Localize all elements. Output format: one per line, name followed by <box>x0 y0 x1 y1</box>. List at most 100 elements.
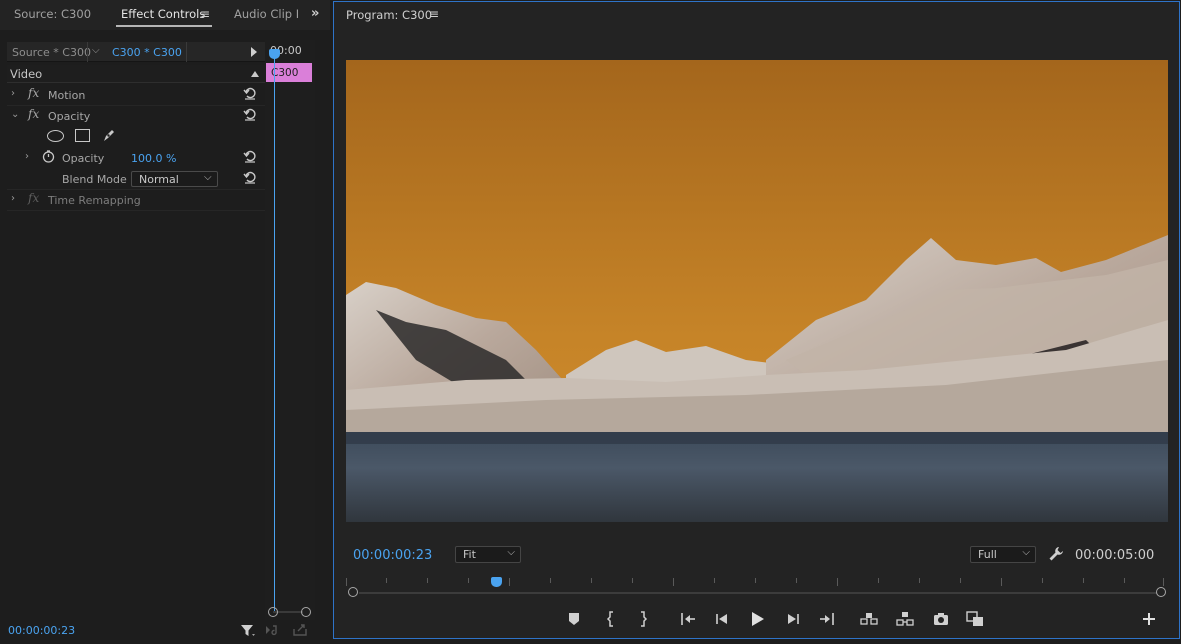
duration-timecode: 00:00:05:00 <box>1075 548 1155 563</box>
go-to-out-icon <box>820 613 834 625</box>
tab-effect-controls[interactable]: Effect Controls <box>121 7 205 21</box>
playhead-handle[interactable] <box>491 577 502 587</box>
blend-mode-dropdown[interactable]: Normal ⌵ <box>131 171 218 187</box>
zoom-handle-left[interactable] <box>268 607 278 617</box>
step-forward-icon <box>788 614 799 624</box>
divider <box>87 42 88 62</box>
go-to-out-button[interactable] <box>818 610 836 628</box>
fx-icon: fx <box>28 191 40 205</box>
tab-audio-clip[interactable]: Audio Clip I <box>234 7 299 21</box>
source-clip-row: Source * C300 ⌵ C300 * C300 <box>7 42 265 62</box>
rectangle-mask-icon[interactable] <box>75 129 90 142</box>
marker-icon <box>569 613 579 625</box>
effect-name: Motion <box>48 89 86 102</box>
video-section-header[interactable]: Video <box>7 65 265 83</box>
mask-tools <box>7 127 265 149</box>
chevron-down-icon: ⌵ <box>204 172 212 183</box>
mark-in-button[interactable] <box>602 610 620 628</box>
zoom-level-dropdown[interactable]: Fit ⌵ <box>455 546 521 563</box>
fx-icon[interactable]: fx <box>28 86 39 100</box>
fx-icon[interactable]: fx <box>28 107 39 121</box>
chevron-down-icon[interactable]: ⌵ <box>92 45 100 56</box>
comparison-view-icon <box>966 611 983 626</box>
plus-icon <box>1143 613 1155 625</box>
blend-mode-row: Blend Mode Normal ⌵ <box>7 169 265 190</box>
effect-name: Opacity <box>48 110 91 123</box>
clip-selector[interactable]: C300 * C300 <box>112 46 182 59</box>
effect-controls-panel: Source: C300 Effect Controls ≡ Audio Cli… <box>0 0 330 644</box>
blend-mode-value: Normal <box>139 173 179 186</box>
playhead-line[interactable] <box>274 55 275 612</box>
play-icon <box>752 612 764 626</box>
step-forward-button[interactable] <box>784 610 802 628</box>
button-editor-button[interactable] <box>1140 610 1158 628</box>
property-name: Opacity <box>62 152 105 165</box>
effect-opacity[interactable]: ⌄ fx Opacity <box>7 106 265 127</box>
go-to-in-button[interactable] <box>679 610 697 628</box>
panel-title[interactable]: Program: C300 <box>346 8 432 22</box>
effect-controls-menu-icon[interactable]: ≡ <box>200 7 210 21</box>
active-tab-underline <box>116 25 212 27</box>
playback-resolution-dropdown[interactable]: Full ⌵ <box>970 546 1036 563</box>
video-frame[interactable] <box>346 60 1168 522</box>
reset-icon[interactable] <box>243 107 257 121</box>
effect-name: Time Remapping <box>48 194 141 207</box>
effect-time-remapping[interactable]: › fx Time Remapping <box>7 190 265 211</box>
mark-out-button[interactable] <box>634 610 652 628</box>
tab-source[interactable]: Source: C300 <box>14 7 91 21</box>
playhead-handle[interactable] <box>269 49 280 59</box>
chevron-down-icon: ⌵ <box>1022 547 1030 558</box>
current-time[interactable]: 00:00:00:23 <box>8 624 75 637</box>
zoom-handle-left[interactable] <box>348 587 358 597</box>
clip-label: C300 <box>271 67 299 79</box>
left-panel-tabbar: Source: C300 Effect Controls ≡ Audio Cli… <box>0 0 330 30</box>
collapse-up-icon[interactable] <box>251 71 259 77</box>
effect-controls-timeline[interactable]: 00:00 C300 <box>265 40 315 620</box>
extract-button[interactable] <box>896 610 914 628</box>
clip-bar[interactable]: C300 <box>266 63 312 82</box>
add-marker-button[interactable] <box>565 610 583 628</box>
divider <box>186 42 187 62</box>
export-frame-button[interactable] <box>932 610 950 628</box>
audio-icon[interactable] <box>265 623 279 637</box>
reset-icon[interactable] <box>243 170 257 184</box>
effect-controls-footer: 00:00:00:23 <box>0 620 330 644</box>
source-label[interactable]: Source * C300 <box>12 46 91 59</box>
go-to-in-icon <box>681 613 695 625</box>
wrench-icon[interactable] <box>1048 546 1064 562</box>
zoom-handle-right[interactable] <box>1156 587 1166 597</box>
program-monitor: Program: C300 ≡ 00:00:00:23 Fit ⌵ Full ⌵… <box>333 1 1180 639</box>
twirl-right-icon[interactable]: › <box>11 193 15 204</box>
twirl-down-icon[interactable]: ⌄ <box>11 109 19 120</box>
zoom-handle-right[interactable] <box>301 607 311 617</box>
section-title: Video <box>10 67 43 81</box>
zoom-level-value: Fit <box>463 548 476 561</box>
opacity-value[interactable]: 100.0 % <box>131 152 176 165</box>
effect-motion[interactable]: › fx Motion <box>7 85 265 106</box>
playhead-timecode[interactable]: 00:00:00:23 <box>353 548 432 563</box>
mountain-scene-image <box>346 60 1168 522</box>
opacity-property-row[interactable]: › Opacity 100.0 % <box>7 148 265 169</box>
show-timeline-toggle-icon[interactable] <box>251 47 257 57</box>
mark-out-icon <box>641 611 648 627</box>
reset-icon[interactable] <box>243 86 257 100</box>
twirl-right-icon[interactable]: › <box>11 88 15 99</box>
extract-icon <box>896 612 914 626</box>
zoom-scrollbar[interactable] <box>359 592 1164 594</box>
play-button[interactable] <box>748 610 766 628</box>
tab-overflow-icon[interactable]: » <box>311 6 319 21</box>
pen-mask-icon[interactable] <box>101 127 117 143</box>
twirl-right-icon[interactable]: › <box>25 151 29 162</box>
panel-menu-icon[interactable]: ≡ <box>429 7 439 21</box>
filter-icon[interactable] <box>240 623 256 638</box>
chevron-down-icon: ⌵ <box>507 547 515 558</box>
stopwatch-icon[interactable] <box>42 150 55 163</box>
lift-button[interactable] <box>860 610 878 628</box>
lift-icon <box>860 613 878 625</box>
time-ruler[interactable] <box>346 575 1166 599</box>
export-icon[interactable] <box>292 623 308 637</box>
step-back-button[interactable] <box>713 610 731 628</box>
comparison-view-button[interactable] <box>966 610 984 628</box>
ellipse-mask-icon[interactable] <box>47 130 64 142</box>
reset-icon[interactable] <box>243 149 257 163</box>
